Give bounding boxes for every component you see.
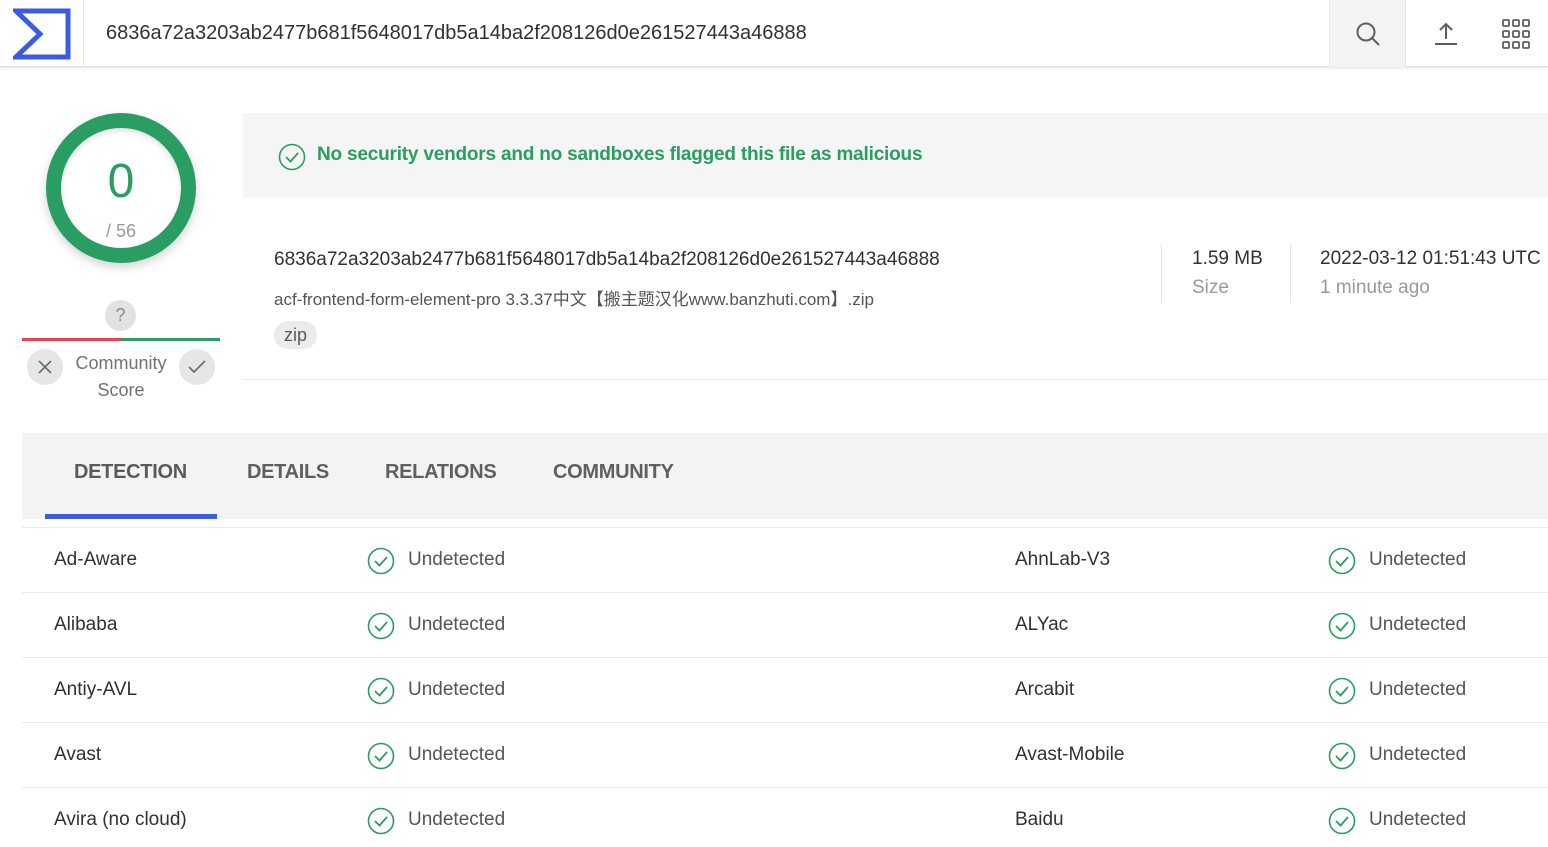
detection-status: Undetected <box>408 809 506 830</box>
file-size-value: 1.59 MB <box>1192 248 1263 269</box>
divider <box>1290 245 1291 303</box>
detection-status: Undetected <box>408 679 506 700</box>
tab-details[interactable]: DETAILS <box>247 461 329 484</box>
detection-status: Undetected <box>408 744 506 765</box>
divider <box>1161 245 1162 303</box>
table-row: Alibaba Undetected ALYac Undetected <box>22 593 1548 658</box>
detection-status: Undetected <box>1369 744 1467 765</box>
vote-harmless-button[interactable] <box>179 349 215 385</box>
top-bar <box>0 0 1548 67</box>
apps-button[interactable] <box>1484 0 1548 67</box>
detection-status: Undetected <box>1369 809 1467 830</box>
search-button[interactable] <box>1329 0 1406 67</box>
detection-score: 0 / 56 <box>61 128 181 248</box>
check-icon <box>188 360 206 374</box>
active-tab-indicator <box>45 514 217 519</box>
tab-relations[interactable]: RELATIONS <box>385 461 497 484</box>
virustotal-logo-icon[interactable] <box>0 0 84 67</box>
vendor-name: AhnLab-V3 <box>1015 549 1111 570</box>
vendor-name: Baidu <box>1015 809 1064 830</box>
detection-status: Undetected <box>408 614 506 635</box>
community-bar-malicious <box>22 338 121 341</box>
check-circle-icon <box>367 547 395 580</box>
tab-community[interactable]: COMMUNITY <box>553 461 674 484</box>
vendor-name: Avast-Mobile <box>1015 744 1125 765</box>
table-row: Antiy-AVL Undetected Arcabit Undetected <box>22 658 1548 723</box>
table-row: Avast Undetected Avast-Mobile Undetected <box>22 723 1548 788</box>
community-score-label: Community Score <box>75 353 167 400</box>
verdict-text: No security vendors and no sandboxes fla… <box>317 144 923 165</box>
community-score-badge[interactable]: ? <box>105 300 136 331</box>
vote-malicious-button[interactable] <box>27 349 63 385</box>
verdict-banner: No security vendors and no sandboxes fla… <box>243 113 1548 198</box>
vendor-name: Arcabit <box>1015 679 1075 700</box>
detection-status: Undetected <box>1369 679 1467 700</box>
vendor-name: Avast <box>54 744 102 765</box>
tab-bar: DETECTION DETAILS RELATIONS COMMUNITY <box>22 433 1548 519</box>
detection-total: / 56 <box>105 221 137 241</box>
analysis-date: 2022-03-12 01:51:43 UTC <box>1320 248 1541 269</box>
check-circle-icon <box>1328 547 1356 580</box>
upload-button[interactable] <box>1407 0 1484 67</box>
upload-icon <box>1434 22 1457 45</box>
detection-status: Undetected <box>1369 549 1467 570</box>
file-type-tag[interactable]: zip <box>274 321 318 349</box>
vendor-name: Ad-Aware <box>54 549 138 570</box>
vendor-name: Alibaba <box>54 614 118 635</box>
table-row: Avira (no cloud) Undetected Baidu Undete… <box>22 788 1548 847</box>
search-input[interactable] <box>85 0 1328 67</box>
detection-count: 0 <box>107 155 135 208</box>
file-name: acf-frontend-form-element-pro 3.3.37中文【搬… <box>274 290 874 309</box>
check-circle-icon <box>367 612 395 645</box>
apps-grid-icon <box>1502 18 1530 49</box>
vendor-name: ALYac <box>1015 614 1069 635</box>
table-row: Ad-Aware Undetected AhnLab-V3 Undetected <box>22 528 1548 593</box>
tab-detection[interactable]: DETECTION <box>74 461 187 484</box>
check-circle-icon <box>367 807 395 840</box>
check-circle-icon <box>1328 612 1356 645</box>
check-circle-icon <box>1328 742 1356 775</box>
check-circle-icon <box>367 742 395 775</box>
detection-score-ring: 0 / 56 <box>46 113 196 263</box>
analysis-date-relative: 1 minute ago <box>1320 277 1430 298</box>
file-info-card: 6836a72a3203ab2477b681f5648017db5a14ba2f… <box>243 200 1548 380</box>
check-circle-icon <box>278 143 306 176</box>
community-bar-harmless <box>121 338 220 341</box>
check-circle-icon <box>1328 807 1356 840</box>
detection-table: Ad-Aware Undetected AhnLab-V3 Undetected… <box>22 527 1548 847</box>
check-circle-icon <box>367 677 395 710</box>
close-icon <box>38 360 52 374</box>
vendor-name: Antiy-AVL <box>54 679 138 700</box>
file-size-label: Size <box>1192 277 1229 298</box>
detection-status: Undetected <box>408 549 506 570</box>
vendor-name: Avira (no cloud) <box>54 809 187 830</box>
check-circle-icon <box>1328 677 1356 710</box>
search-icon <box>1356 22 1380 46</box>
file-hash: 6836a72a3203ab2477b681f5648017db5a14ba2f… <box>274 249 940 270</box>
detection-status: Undetected <box>1369 614 1467 635</box>
